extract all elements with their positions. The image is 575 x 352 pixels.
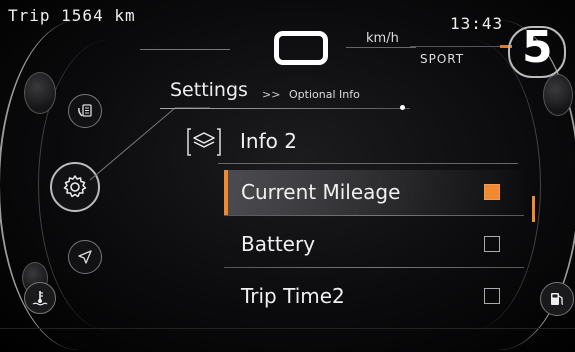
list-item-label: Trip Time2: [241, 284, 345, 308]
gear-indicator: 5: [522, 22, 553, 73]
list-item-trip-time2[interactable]: Trip Time2: [224, 274, 524, 320]
coolant-glyph: [32, 291, 48, 306]
breadcrumb-dot: [400, 105, 405, 110]
coolant-temperature-icon: [24, 282, 56, 314]
bottom-divider: [0, 328, 575, 329]
current-mileage-checkbox[interactable]: [484, 184, 500, 200]
list-item-label: Current Mileage: [241, 180, 401, 204]
trip-time2-checkbox[interactable]: [484, 288, 500, 304]
fuel-icon: [540, 282, 574, 316]
navigation-icon[interactable]: [68, 240, 102, 274]
scroll-indicator[interactable]: [532, 196, 535, 222]
trip-distance: Trip 1564 km: [8, 6, 136, 25]
drive-mode: SPORT: [420, 52, 465, 66]
fuel-pump-glyph: [551, 293, 564, 305]
layers-icon: [186, 126, 222, 158]
instrument-cluster-screen: Trip 1564 km 0 km/h 13:43 SPORT 5: [0, 0, 575, 352]
speed-unit: km/h: [366, 31, 399, 46]
row-divider: [224, 215, 524, 216]
layers-glyph: [187, 128, 221, 156]
divider: [410, 46, 500, 47]
battery-checkbox[interactable]: [484, 236, 500, 252]
breadcrumb-optional-info: Optional Info: [289, 88, 360, 101]
settings-gear-glyph: [63, 175, 87, 198]
row-divider: [224, 267, 524, 268]
list-item-battery[interactable]: Battery: [224, 222, 524, 268]
navigation-arrow-glyph: [78, 250, 92, 264]
list-item-label: Battery: [241, 232, 316, 256]
right-gauge-knob: [543, 74, 573, 116]
breadcrumb-separator: >>: [262, 88, 281, 101]
section-divider: [218, 163, 518, 164]
breadcrumb-underline: [160, 108, 410, 109]
list-item-current-mileage[interactable]: Current Mileage: [224, 170, 524, 216]
clock: 13:43: [450, 14, 504, 33]
selection-accent: [224, 170, 228, 216]
divider: [140, 49, 230, 50]
section-title: Info 2: [240, 129, 297, 153]
divider: [346, 47, 416, 48]
breadcrumb-settings[interactable]: Settings: [170, 79, 248, 101]
left-gauge-knob: [24, 72, 56, 114]
